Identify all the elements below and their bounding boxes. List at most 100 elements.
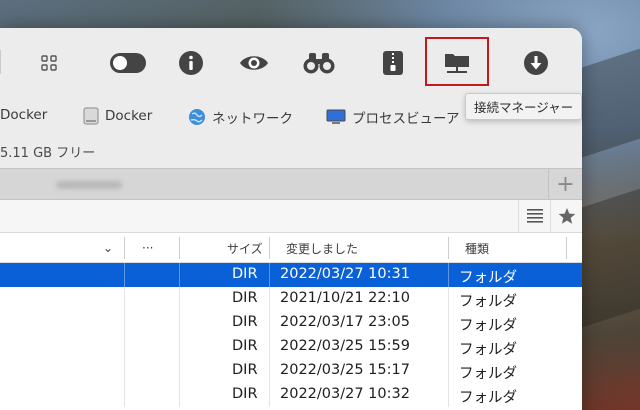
bookmark-process-viewer[interactable]: プロセスビューア — [326, 107, 459, 127]
bookmark-docker-drive[interactable]: Docker — [83, 107, 152, 125]
info-icon — [179, 51, 203, 75]
file-list: DIR 2022/03/27 10:31 フォルダ DIR 2021/10/21… — [0, 263, 582, 407]
row-divider — [179, 287, 180, 311]
column-header-modified[interactable]: 変更しました — [286, 233, 358, 263]
sort-arrow[interactable]: ⌄ — [103, 233, 113, 263]
table-row[interactable]: DIR 2022/03/25 15:17 フォルダ — [0, 359, 582, 383]
row-divider — [269, 311, 270, 335]
row-modified: 2022/03/27 10:31 — [280, 266, 410, 282]
row-size: DIR — [232, 266, 258, 282]
row-divider — [448, 359, 449, 383]
list-view-button[interactable] — [518, 200, 550, 232]
column-divider — [124, 237, 125, 259]
row-size: DIR — [232, 290, 258, 306]
bookmark-label: ネットワーク — [212, 111, 293, 127]
row-divider — [124, 287, 125, 311]
row-divider — [124, 335, 125, 359]
path-bar — [0, 200, 582, 233]
row-divider — [179, 383, 180, 407]
bookmark-docker-folder[interactable]: Docker — [0, 107, 47, 123]
column-header-size[interactable]: サイズ — [227, 233, 263, 263]
row-modified: 2022/03/25 15:59 — [280, 338, 410, 354]
table-row[interactable]: DIR 2021/10/21 22:10 フォルダ — [0, 287, 582, 311]
row-size: DIR — [232, 362, 258, 378]
row-divider — [448, 383, 449, 407]
column-header-kind[interactable]: 種類 — [465, 233, 489, 263]
row-modified: 2022/03/25 15:17 — [280, 362, 410, 378]
info-button[interactable] — [174, 48, 208, 78]
row-divider — [448, 335, 449, 359]
row-modified: 2022/03/17 23:05 — [280, 314, 410, 330]
row-kind: フォルダ — [459, 342, 517, 358]
row-divider — [448, 263, 449, 287]
row-kind: フォルダ — [459, 366, 517, 382]
row-size: DIR — [232, 338, 258, 354]
drive-icon — [83, 107, 99, 125]
bookmark-network[interactable]: ネットワーク — [188, 107, 293, 127]
monitor-icon — [326, 109, 346, 124]
archive-icon — [383, 51, 403, 75]
row-divider — [124, 263, 125, 287]
search-button[interactable] — [300, 48, 338, 78]
row-divider — [269, 359, 270, 383]
row-divider — [179, 311, 180, 335]
column-divider — [448, 237, 449, 259]
grid-view-button[interactable] — [32, 48, 66, 78]
toggle-button[interactable] — [108, 48, 148, 78]
favorite-button[interactable] — [550, 200, 582, 232]
row-divider — [124, 359, 125, 383]
download-button[interactable] — [519, 48, 553, 78]
row-size: DIR — [232, 386, 258, 402]
row-kind: フォルダ — [459, 318, 517, 334]
bookmark-label: Docker — [105, 108, 153, 124]
file-manager-window: Docker Docker ネットワーク プロセスビューア 5.11 GB フリ… — [0, 28, 582, 410]
grid-view-icon — [41, 55, 57, 71]
row-divider — [269, 287, 270, 311]
row-divider — [179, 263, 180, 287]
list-icon — [526, 209, 543, 223]
row-divider — [448, 287, 449, 311]
row-kind: フォルダ — [459, 270, 517, 286]
bookmark-label: プロセスビューア — [352, 111, 460, 127]
row-divider — [448, 311, 449, 335]
eye-icon — [240, 56, 268, 70]
table-row[interactable]: DIR 2022/03/25 15:59 フォルダ — [0, 335, 582, 359]
connection-manager-tooltip: 接続マネージャー — [465, 93, 583, 120]
free-space-bar: 5.11 GB フリー — [0, 132, 582, 168]
star-icon — [558, 208, 575, 224]
preview-button[interactable] — [237, 48, 271, 78]
row-divider — [179, 359, 180, 383]
column-divider — [179, 237, 180, 259]
row-size: DIR — [232, 314, 258, 330]
table-row[interactable]: DIR 2022/03/27 10:32 フォルダ — [0, 383, 582, 407]
column-header: ⌄ ··· サイズ 変更しました 種類 — [0, 233, 582, 263]
download-icon — [524, 51, 548, 75]
bookmark-label: Docker — [0, 107, 48, 123]
row-modified: 2022/03/27 10:32 — [280, 386, 410, 402]
row-divider — [124, 383, 125, 407]
row-divider — [269, 335, 270, 359]
row-kind: フォルダ — [459, 390, 517, 406]
row-kind: フォルダ — [459, 294, 517, 310]
column-divider — [566, 237, 567, 259]
table-row[interactable]: DIR 2022/03/27 10:31 フォルダ — [0, 263, 582, 287]
column-divider — [269, 237, 270, 259]
highlight-annotation — [425, 37, 489, 86]
tab-bar: + — [0, 168, 582, 200]
table-row[interactable]: DIR 2022/03/17 23:05 フォルダ — [0, 311, 582, 335]
archive-button[interactable] — [376, 48, 410, 78]
toolbar — [0, 28, 582, 98]
row-divider — [269, 263, 270, 287]
row-divider — [179, 335, 180, 359]
tab-current[interactable] — [56, 181, 122, 189]
add-tab-button[interactable]: + — [548, 169, 582, 199]
free-space-label: 5.11 GB フリー — [0, 146, 96, 161]
column-more-button[interactable]: ··· — [142, 233, 153, 263]
row-divider — [269, 383, 270, 407]
binoculars-icon — [303, 53, 335, 74]
toggle-icon — [110, 53, 146, 73]
row-modified: 2021/10/21 22:10 — [280, 290, 410, 306]
toolbar-separator — [0, 50, 1, 74]
globe-icon — [189, 109, 205, 125]
row-divider — [124, 311, 125, 335]
